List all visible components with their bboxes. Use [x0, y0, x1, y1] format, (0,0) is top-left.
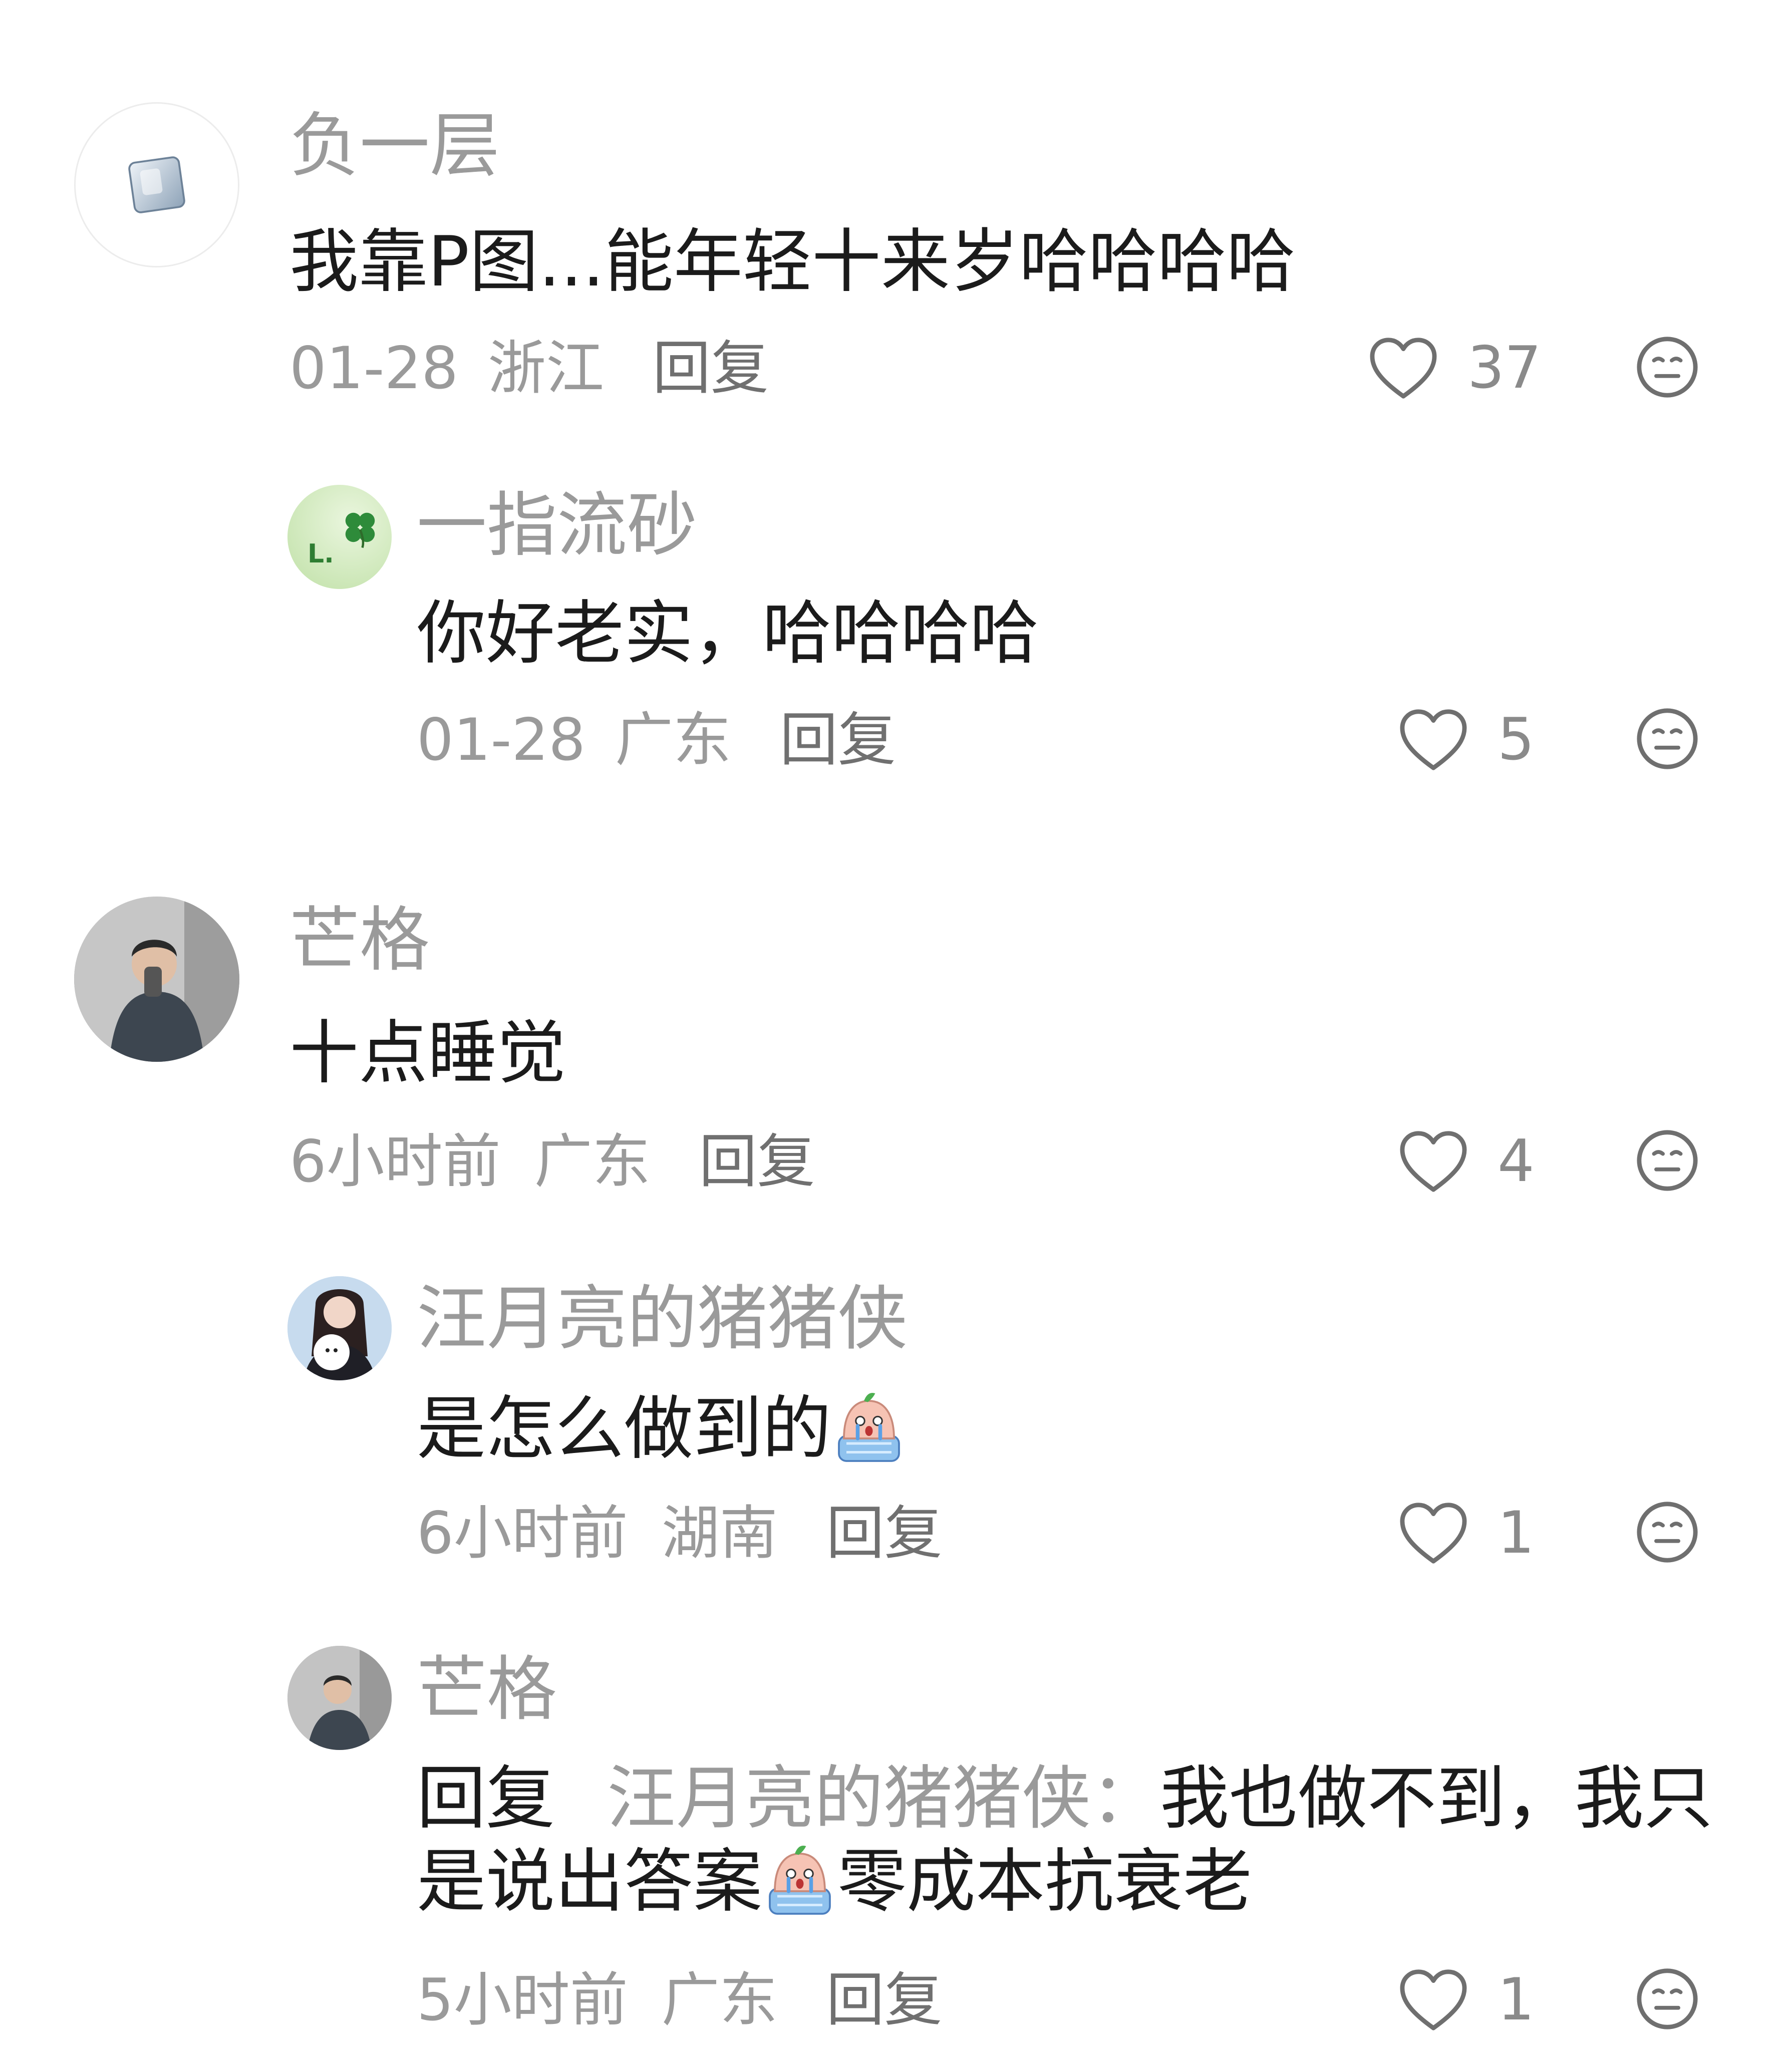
comment-location: 浙江	[487, 335, 604, 402]
comment-time: 6小时前	[417, 1500, 628, 1567]
comment-time: 6小时前	[289, 1128, 501, 1196]
person-photo-icon	[74, 897, 239, 1062]
avatar[interactable]	[74, 897, 239, 1062]
like-button[interactable]: 1	[1397, 1967, 1535, 2032]
comment-text: 十点睡觉	[289, 1013, 566, 1093]
comment-time: 5小时前	[417, 1966, 628, 2034]
comment-meta: 01-28 浙江 回复	[289, 340, 769, 398]
reply-button[interactable]: 回复	[780, 706, 896, 774]
person-photo-icon	[287, 1646, 392, 1750]
comment-username[interactable]: 芒格	[289, 906, 430, 976]
comment-text: 是怎么做到的	[417, 1387, 907, 1471]
heart-outline-icon	[1397, 1501, 1469, 1566]
comment-meta: 5小时前 广东 回复	[417, 1971, 943, 2029]
like-count: 1	[1498, 1966, 1535, 2033]
reply-button[interactable]: 回复	[826, 1966, 943, 2034]
reply-colon: ：	[1090, 1758, 1160, 1839]
crying-sticker-emoji	[831, 1388, 907, 1463]
comment-text-part: 零成本抗衰老	[837, 1841, 1253, 1922]
crying-sticker-emoji	[762, 1841, 837, 1916]
comment-username[interactable]: 芒格	[417, 1655, 557, 1725]
heart-outline-icon	[1397, 707, 1469, 772]
comment-location: 广东	[534, 1128, 651, 1196]
reply-button[interactable]: 回复	[699, 1128, 815, 1196]
clover-icon	[345, 512, 375, 548]
avatar[interactable]: L.	[287, 485, 392, 589]
ice-cube-icon	[128, 156, 185, 213]
heart-outline-icon	[1397, 1129, 1469, 1194]
like-button[interactable]: 1	[1397, 1501, 1535, 1566]
like-button[interactable]: 5	[1397, 707, 1535, 772]
like-button[interactable]: 4	[1397, 1129, 1535, 1194]
comment-meta: 6小时前 广东 回复	[289, 1133, 815, 1191]
like-count: 1	[1498, 1499, 1535, 1567]
neutral-face-icon[interactable]	[1635, 1500, 1700, 1565]
reply-prefix: 回复	[417, 1758, 555, 1839]
heart-outline-icon	[1397, 1967, 1469, 2032]
comment-location: 广东	[661, 1966, 778, 2034]
like-count: 4	[1498, 1127, 1535, 1195]
like-count: 37	[1467, 334, 1542, 402]
comment-text: 回复 汪月亮的猪猪侠：我也做不到，我只是说出答案 零成本抗衰老	[417, 1757, 1739, 1923]
comment-text-part: 是怎么做到的	[417, 1388, 832, 1469]
comment-text: 我靠P图...能年轻十来岁哈哈哈哈	[289, 221, 1296, 302]
comment-text: 你好老实，哈哈哈哈	[417, 593, 1039, 674]
like-count: 5	[1498, 706, 1535, 773]
avatar[interactable]	[287, 1276, 392, 1380]
comment-meta: 01-28 广东 回复	[417, 711, 896, 769]
avatar[interactable]	[287, 1646, 392, 1750]
comment-time: 01-28	[289, 335, 459, 402]
heart-outline-icon	[1367, 336, 1439, 401]
comment-time: 01-28	[417, 706, 586, 774]
avatar-initial: L.	[308, 539, 334, 569]
like-button[interactable]: 37	[1367, 336, 1542, 401]
comment-meta: 6小时前 湖南 回复	[417, 1505, 943, 1563]
neutral-face-icon[interactable]	[1635, 706, 1700, 771]
reply-button[interactable]: 回复	[826, 1500, 943, 1567]
comment-username[interactable]: 一指流砂	[417, 491, 697, 561]
neutral-face-icon[interactable]	[1635, 1128, 1700, 1193]
avatar[interactable]	[74, 102, 239, 267]
girl-with-dog-photo-icon	[287, 1276, 392, 1380]
neutral-face-icon[interactable]	[1635, 335, 1700, 400]
neutral-face-icon[interactable]	[1635, 1966, 1700, 2031]
reply-button[interactable]: 回复	[653, 335, 769, 402]
comment-location: 广东	[615, 706, 731, 774]
comment-username[interactable]: 负一层	[289, 111, 500, 181]
comment-username[interactable]: 汪月亮的猪猪侠	[417, 1284, 908, 1354]
reply-target-username[interactable]: 汪月亮的猪猪侠	[607, 1758, 1091, 1839]
comment-location: 湖南	[661, 1500, 778, 1567]
